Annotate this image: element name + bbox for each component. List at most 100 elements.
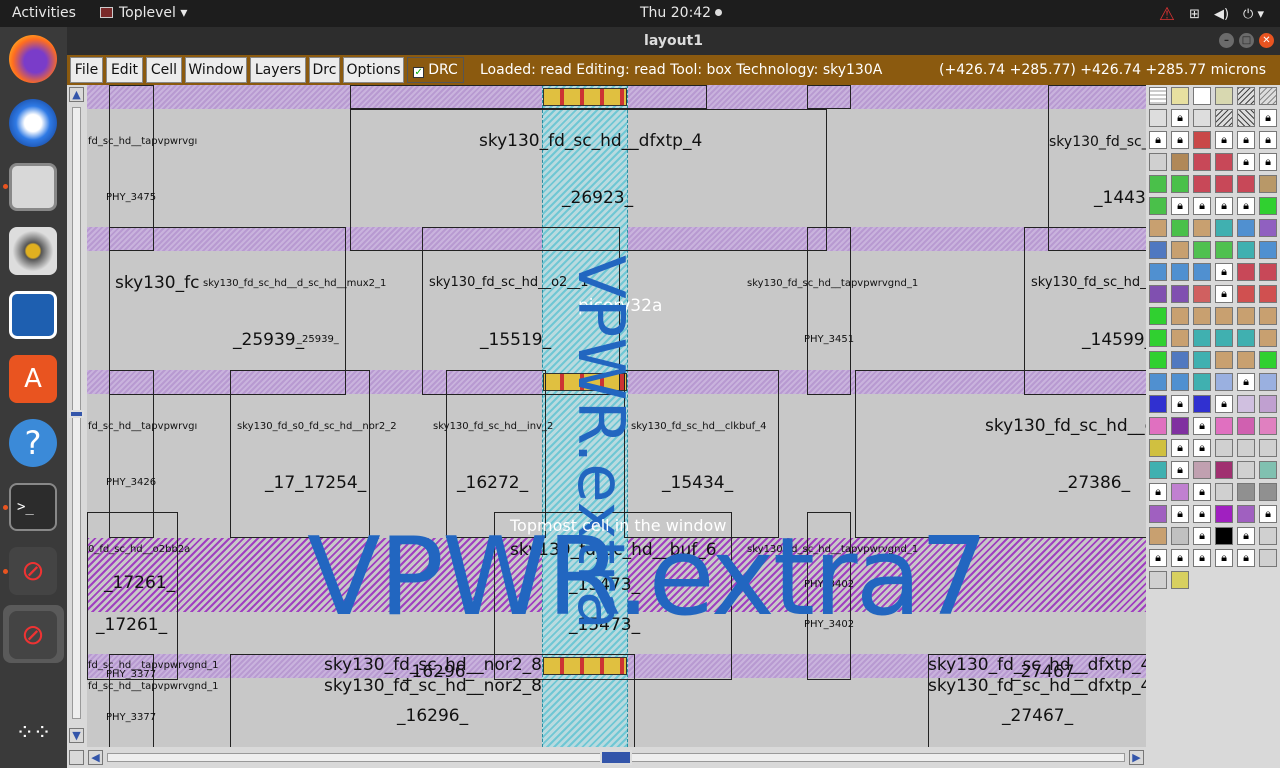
layer-lock-icon[interactable]: 🔒︎ (1215, 197, 1233, 215)
layer-lock-icon[interactable]: 🔒︎ (1215, 395, 1233, 413)
layer-swatch[interactable] (1149, 395, 1167, 413)
layer-lock-icon[interactable]: 🔒︎ (1193, 505, 1211, 523)
layer-swatch[interactable] (1215, 461, 1233, 479)
layer-swatch[interactable] (1215, 483, 1233, 501)
layer-swatch[interactable] (1237, 417, 1255, 435)
layer-swatch[interactable] (1215, 505, 1233, 523)
layer-swatch[interactable] (1237, 329, 1255, 347)
layer-swatch[interactable] (1259, 307, 1277, 325)
layer-lock-icon[interactable]: 🔒︎ (1237, 527, 1255, 545)
layer-swatch[interactable] (1193, 373, 1211, 391)
layer-swatch[interactable] (1215, 373, 1233, 391)
layer-swatch[interactable] (1149, 109, 1167, 127)
layer-swatch[interactable] (1259, 461, 1277, 479)
layer-swatch[interactable] (1237, 263, 1255, 281)
menu-window[interactable]: Window (185, 57, 247, 83)
layer-lock-icon[interactable]: 🔒︎ (1237, 373, 1255, 391)
layer-swatch[interactable] (1215, 87, 1233, 105)
layer-lock-icon[interactable]: 🔒︎ (1149, 483, 1167, 501)
layer-swatch[interactable] (1149, 153, 1167, 171)
layer-lock-icon[interactable]: 🔒︎ (1149, 131, 1167, 149)
layer-lock-icon[interactable]: 🔒︎ (1193, 439, 1211, 457)
layer-lock-icon[interactable]: 🔒︎ (1193, 417, 1211, 435)
layer-lock-icon[interactable]: 🔒︎ (1171, 109, 1189, 127)
layer-swatch[interactable] (1237, 175, 1255, 193)
layer-swatch[interactable] (1259, 197, 1277, 215)
layer-lock-icon[interactable]: 🔒︎ (1171, 131, 1189, 149)
scroll-up-icon[interactable]: ▲ (69, 87, 84, 102)
layer-swatch[interactable] (1237, 87, 1255, 105)
zoom-box-icon[interactable] (69, 750, 84, 765)
layer-swatch[interactable] (1237, 483, 1255, 501)
layer-lock-icon[interactable]: 🔒︎ (1193, 197, 1211, 215)
layer-swatch[interactable] (1259, 373, 1277, 391)
layer-swatch[interactable] (1237, 395, 1255, 413)
scroll-thumb[interactable] (600, 750, 632, 765)
menu-file[interactable]: File (70, 57, 103, 83)
layer-swatch[interactable] (1193, 87, 1211, 105)
layer-swatch[interactable] (1259, 395, 1277, 413)
layer-swatch[interactable] (1171, 87, 1189, 105)
layer-swatch[interactable] (1149, 329, 1167, 347)
layer-swatch[interactable] (1149, 175, 1167, 193)
cell-outline[interactable] (230, 370, 370, 538)
layer-swatch[interactable] (1149, 285, 1167, 303)
layer-swatch[interactable] (1237, 109, 1255, 127)
terminal-icon[interactable]: >_ (9, 483, 57, 531)
menu-cell[interactable]: Cell (146, 57, 182, 83)
layer-swatch[interactable] (1171, 483, 1189, 501)
layer-swatch[interactable] (1259, 285, 1277, 303)
layer-swatch[interactable] (1215, 109, 1233, 127)
rhythmbox-icon[interactable] (9, 227, 57, 275)
layer-lock-icon[interactable]: 🔒︎ (1215, 285, 1233, 303)
show-apps-icon[interactable]: ⁘⁘ (9, 711, 57, 759)
menu-edit[interactable]: Edit (106, 57, 143, 83)
layer-lock-icon[interactable]: 🔒︎ (1237, 153, 1255, 171)
layer-swatch[interactable] (1215, 351, 1233, 369)
layer-swatch[interactable] (1215, 153, 1233, 171)
layer-swatch[interactable] (1193, 175, 1211, 193)
cell-outline[interactable] (807, 227, 851, 395)
layer-swatch[interactable] (1171, 153, 1189, 171)
minimize-icon[interactable]: – (1219, 33, 1234, 48)
layer-swatch[interactable] (1149, 351, 1167, 369)
layer-swatch[interactable] (1259, 439, 1277, 457)
layer-lock-icon[interactable]: 🔒︎ (1171, 395, 1189, 413)
layer-swatch[interactable] (1259, 329, 1277, 347)
thunderbird-icon[interactable] (9, 99, 57, 147)
layer-swatch[interactable] (1259, 87, 1277, 105)
layer-swatch[interactable] (1215, 417, 1233, 435)
close-icon[interactable]: ✕ (1259, 33, 1274, 48)
scroll-down-icon[interactable]: ▼ (69, 728, 84, 743)
layer-swatch[interactable] (1193, 263, 1211, 281)
system-tray[interactable]: ⚠ ⊞ ◀) ⏻ ▾ (1159, 4, 1264, 25)
layer-swatch[interactable] (1215, 219, 1233, 237)
layer-swatch[interactable] (1149, 505, 1167, 523)
layer-swatch[interactable] (1193, 307, 1211, 325)
layer-lock-icon[interactable]: 🔒︎ (1237, 197, 1255, 215)
layer-swatch[interactable] (1259, 483, 1277, 501)
layer-swatch[interactable] (1149, 197, 1167, 215)
layer-lock-icon[interactable]: 🔒︎ (1149, 549, 1167, 567)
layer-swatch[interactable] (1149, 417, 1167, 435)
clock[interactable]: Thu 20:42 (640, 5, 723, 21)
layer-swatch[interactable] (1215, 241, 1233, 259)
layer-swatch[interactable] (1237, 307, 1255, 325)
layer-swatch[interactable] (1215, 307, 1233, 325)
layer-lock-icon[interactable]: 🔒︎ (1259, 505, 1277, 523)
layer-swatch[interactable] (1259, 263, 1277, 281)
layer-swatch[interactable] (1149, 219, 1167, 237)
layer-swatch[interactable] (1171, 351, 1189, 369)
horizontal-scrollbar[interactable]: ◀ ▶ (67, 747, 1147, 768)
layer-swatch[interactable] (1193, 461, 1211, 479)
layer-lock-icon[interactable]: 🔒︎ (1171, 197, 1189, 215)
layer-swatch[interactable] (1237, 351, 1255, 369)
layer-swatch[interactable] (1259, 527, 1277, 545)
layer-swatch[interactable] (1259, 351, 1277, 369)
layer-swatch[interactable] (1259, 549, 1277, 567)
layer-swatch[interactable] (1193, 219, 1211, 237)
layer-swatch[interactable] (1149, 307, 1167, 325)
firefox-icon[interactable] (9, 35, 57, 83)
layer-swatch[interactable] (1259, 175, 1277, 193)
blocked-app-icon-2[interactable]: ⊘ (9, 611, 57, 659)
